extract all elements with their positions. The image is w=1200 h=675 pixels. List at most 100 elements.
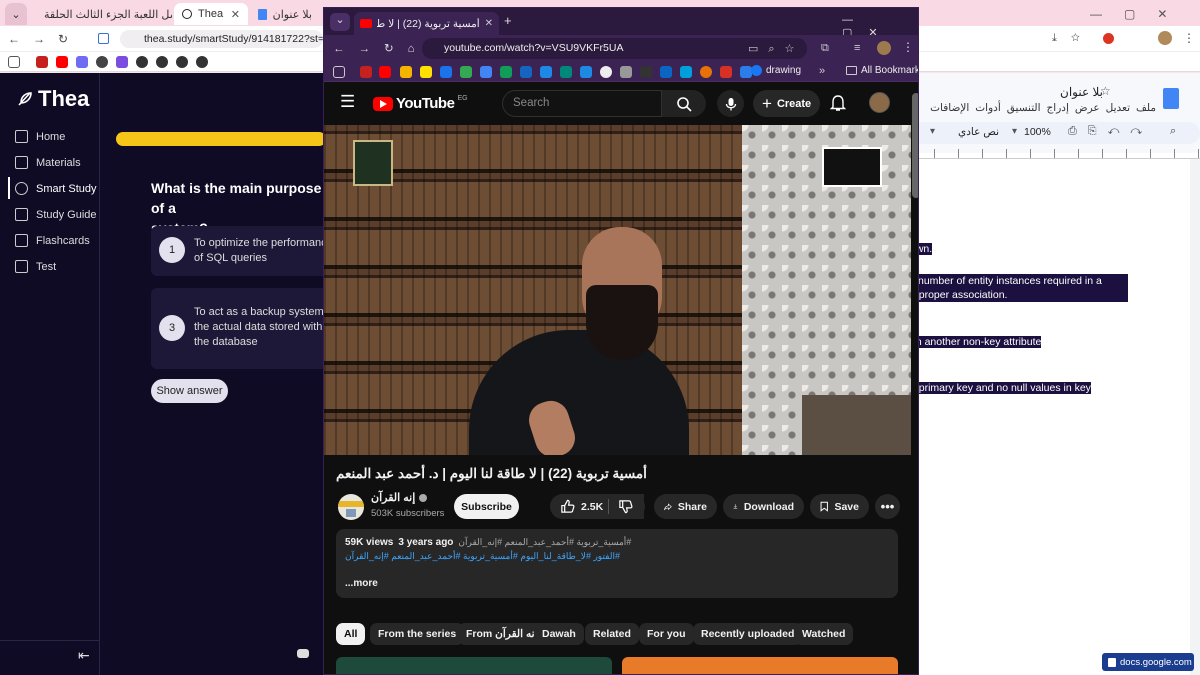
doc-text-line[interactable]: number of entity instances required in a [918, 275, 1102, 287]
search-input[interactable]: Search [502, 90, 662, 117]
subscribe-button[interactable]: Subscribe [454, 494, 519, 519]
search-icon[interactable]: ⌕ [1170, 125, 1176, 138]
linkedin-icon[interactable] [660, 66, 672, 78]
menu-icon[interactable]: ⋮ [902, 40, 914, 54]
chip-related[interactable]: Related [585, 623, 639, 645]
bookmark-icon[interactable] [500, 66, 512, 78]
bookmark-icon[interactable] [700, 66, 712, 78]
more-actions-button[interactable]: ••• [875, 494, 900, 519]
media-icon[interactable]: ≡ [854, 42, 860, 54]
hashtags-line[interactable]: #أمسية_تربوية #أحمد_عبد_المنعم #إنه_القر… [458, 537, 631, 548]
tab-search-button[interactable]: ⌄ [330, 13, 350, 31]
dislike-button[interactable] [609, 494, 645, 519]
scrollbar[interactable] [1190, 159, 1200, 675]
nav-test[interactable]: Test [15, 260, 56, 273]
tab-search-button[interactable]: ⌄ [5, 3, 27, 25]
share-button[interactable]: Share [654, 494, 717, 519]
answer-option[interactable]: 1 To optimize the performanc of SQL quer… [151, 226, 327, 276]
style-select[interactable]: نص عادي [958, 126, 999, 138]
bookmark-icon[interactable] [560, 66, 572, 78]
gmail-icon[interactable] [36, 56, 48, 68]
recommended-thumbnail[interactable] [622, 657, 898, 674]
menu-insert[interactable]: إدراج [1047, 102, 1069, 114]
nav-home[interactable]: Home [15, 130, 65, 143]
menu-tools[interactable]: أدوات [975, 102, 1000, 114]
youtube-icon[interactable] [379, 66, 391, 78]
gmail-icon[interactable] [360, 66, 372, 78]
discord-icon[interactable] [297, 649, 309, 658]
thea-logo[interactable]: Thea [16, 86, 89, 112]
docs-logo-icon[interactable] [1163, 88, 1179, 109]
download-button[interactable]: Download [723, 494, 804, 519]
recommended-thumbnail[interactable] [336, 657, 612, 674]
bookmark-icon[interactable] [196, 56, 208, 68]
chip-from-series[interactable]: From the series [370, 623, 465, 645]
bookmark-drawing[interactable]: drawing [751, 65, 801, 76]
chip-all[interactable]: All [336, 623, 366, 645]
avatar[interactable] [1158, 31, 1172, 45]
nav-smart-study[interactable]: Smart Study [15, 182, 97, 195]
doc-text-line[interactable]: e primary key and no null values in key [910, 382, 1091, 394]
bookmark-icon[interactable] [116, 56, 128, 68]
menu-format[interactable]: التنسيق [1007, 102, 1041, 114]
menu-addons[interactable]: الإضافات [930, 102, 969, 114]
description-box[interactable]: 59K views 3 years ago #أمسية_تربوية #أحم… [336, 529, 898, 598]
chevron-right-icon[interactable]: » [819, 65, 825, 77]
hamburger-icon[interactable]: ☰ [340, 93, 355, 110]
menu-file[interactable]: ملف [1136, 102, 1156, 114]
close-icon[interactable]: ✕ [231, 8, 240, 21]
bookmark-icon[interactable] [520, 66, 532, 78]
avatar[interactable] [869, 92, 890, 113]
menu-view[interactable]: عرض [1075, 102, 1100, 114]
bookmark-icon[interactable] [76, 56, 88, 68]
menu-edit[interactable]: تعديل [1106, 102, 1130, 114]
bookmark-icon[interactable] [96, 56, 108, 68]
video-player[interactable] [324, 125, 911, 455]
active-tab[interactable]: أمسية تربوية (22) | لا طاقة لنا الي ✕ [354, 12, 499, 35]
hashtags-line[interactable]: #الفتور #لا_طاقة_لنا_اليوم #أمسية_تربوية… [345, 551, 620, 562]
dropdown-icon[interactable]: ▾ [930, 126, 935, 137]
show-answer-button[interactable]: Show answer [151, 379, 228, 403]
menu-icon[interactable]: ⋮ [1183, 31, 1195, 45]
chip-recently-uploaded[interactable]: Recently uploaded [693, 623, 803, 645]
youtube-icon[interactable] [56, 56, 68, 68]
toolbar-icons[interactable]: ⎙⎘↶↷ [1068, 125, 1153, 138]
chip-from-channel[interactable]: From إنه القرآن [458, 623, 546, 645]
save-button[interactable]: Save [810, 494, 869, 519]
zoom-select[interactable]: 100% [1024, 126, 1051, 138]
apps-icon[interactable] [8, 56, 20, 68]
extension-icon[interactable] [1103, 33, 1114, 44]
bookmark-icon[interactable] [460, 66, 472, 78]
bookmark-icon[interactable] [580, 66, 592, 78]
collapse-icon[interactable]: ⇤ [78, 647, 90, 664]
tab-3[interactable]: بلا عنوان [250, 3, 320, 25]
youtube-logo[interactable]: YouTube EG [373, 95, 468, 112]
channel-name[interactable]: إنه القرآن [371, 491, 428, 504]
url-field[interactable]: thea.study/smartStudy/914181722?st=1c179… [120, 30, 323, 48]
channel-avatar[interactable] [338, 494, 364, 520]
dropdown-icon[interactable]: ▾ [1012, 126, 1017, 137]
toolbar-icons[interactable]: ⤓☆ [1052, 32, 1094, 45]
avatar[interactable] [877, 41, 891, 55]
bookmark-icon[interactable] [720, 66, 732, 78]
chip-for-you[interactable]: For you [639, 623, 694, 645]
notifications-button[interactable] [830, 94, 846, 112]
doc-title[interactable]: بلا عنوان [1060, 85, 1103, 99]
close-icon[interactable]: ✕ [485, 18, 493, 29]
bookmark-icon[interactable] [400, 66, 412, 78]
bookmark-icon[interactable] [440, 66, 452, 78]
answer-option[interactable]: 3 To act as a backup system f the actual… [151, 288, 330, 369]
doc-text-line[interactable]: on another non-key attribute [910, 336, 1042, 348]
bookmark-icon[interactable] [156, 56, 168, 68]
bookmark-icon[interactable] [176, 56, 188, 68]
all-bookmarks[interactable]: All Bookmarks [846, 65, 918, 76]
extensions-icon[interactable]: ⧉ [821, 42, 829, 55]
bookmark-icon[interactable] [136, 56, 148, 68]
bookmark-icon[interactable] [680, 66, 692, 78]
apps-icon[interactable] [333, 66, 345, 78]
sidebar-icon[interactable] [98, 33, 109, 44]
bookmark-icon[interactable] [600, 66, 612, 78]
address-icons[interactable]: ▭⌕☆ [748, 42, 804, 56]
tab-1[interactable]: مسلسل اللعبة الجزء الثالث الحلقة ✕ [30, 3, 172, 25]
nav-flashcards[interactable]: Flashcards [15, 234, 90, 247]
